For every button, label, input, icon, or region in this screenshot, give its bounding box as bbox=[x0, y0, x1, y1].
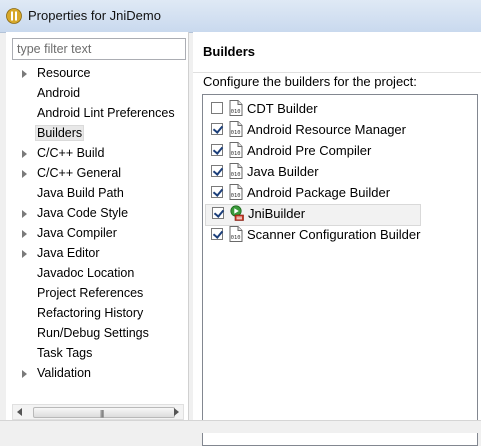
app-icon bbox=[6, 8, 22, 24]
tree-item-refactoring-history[interactable]: Refactoring History bbox=[6, 304, 188, 324]
builder-checkbox[interactable] bbox=[211, 228, 223, 240]
bottom-edge bbox=[0, 420, 481, 433]
builder-binary-icon: 010 bbox=[229, 100, 243, 116]
builder-row[interactable]: 010 Android Resource Manager bbox=[203, 120, 477, 140]
horizontal-scrollbar[interactable]: ||| bbox=[12, 404, 184, 420]
builder-checkbox[interactable] bbox=[211, 165, 223, 177]
window-title: Properties for JniDemo bbox=[28, 8, 161, 23]
builder-checkbox[interactable] bbox=[211, 144, 223, 156]
tree-item-label: Android bbox=[37, 86, 81, 100]
tree-item-label: Java Compiler bbox=[37, 226, 117, 240]
tree-item-label: Builders bbox=[35, 125, 85, 141]
builder-binary-icon: 010 bbox=[229, 142, 243, 158]
tree-item-project-references[interactable]: Project References bbox=[6, 284, 188, 304]
expand-arrow-icon[interactable] bbox=[22, 250, 27, 258]
tree-item-label: Resource bbox=[37, 66, 91, 80]
builder-checkbox[interactable] bbox=[211, 186, 223, 198]
tree-item-android[interactable]: Android bbox=[6, 84, 188, 104]
svg-text:010: 010 bbox=[231, 193, 241, 199]
tree-item-run-debug-settings[interactable]: Run/Debug Settings bbox=[6, 324, 188, 344]
page-title: Builders bbox=[203, 44, 256, 59]
tree-item-android-lint-preferences[interactable]: Android Lint Preferences bbox=[6, 104, 188, 124]
property-page-tree-panel: Resource Android Android Lint Preferences B… bbox=[6, 32, 189, 420]
filter-input[interactable] bbox=[12, 38, 186, 60]
svg-text:010: 010 bbox=[231, 235, 241, 241]
tree-item-label: Javadoc Location bbox=[37, 266, 135, 280]
expand-arrow-icon[interactable] bbox=[22, 370, 27, 378]
tree-item-label: Java Editor bbox=[37, 246, 100, 260]
tree-item-java-code-style[interactable]: Java Code Style bbox=[6, 204, 188, 224]
tree-item-c-c-general[interactable]: C/C++ General bbox=[6, 164, 188, 184]
external-tool-builder-icon bbox=[230, 205, 244, 221]
builder-name: Java Builder bbox=[247, 164, 319, 179]
scroll-right-icon[interactable] bbox=[174, 408, 179, 416]
builder-binary-icon: 010 bbox=[229, 226, 243, 242]
title-divider bbox=[193, 72, 481, 73]
tree-item-label: Task Tags bbox=[37, 346, 93, 360]
builder-row[interactable]: 010 Scanner Configuration Builder bbox=[203, 225, 477, 245]
tree-item-validation[interactable]: Validation bbox=[6, 364, 188, 384]
tree-item-label: Run/Debug Settings bbox=[37, 326, 149, 340]
tree-item-label: C/C++ Build bbox=[37, 146, 105, 160]
tree-item-java-build-path[interactable]: Java Build Path bbox=[6, 184, 188, 204]
tree-item-label: Android Lint Preferences bbox=[37, 106, 175, 120]
builder-name: Scanner Configuration Builder bbox=[247, 227, 421, 242]
tree-item-c-c-build[interactable]: C/C++ Build bbox=[6, 144, 188, 164]
builder-name: Android Pre Compiler bbox=[247, 143, 372, 158]
tree-item-label: Validation bbox=[37, 366, 91, 380]
tree-item-label: Refactoring History bbox=[37, 306, 144, 320]
builder-name: CDT Builder bbox=[247, 101, 318, 116]
builder-row[interactable]: 010 Android Package Builder bbox=[203, 183, 477, 203]
svg-text:010: 010 bbox=[231, 109, 241, 115]
tree-item-java-editor[interactable]: Java Editor bbox=[6, 244, 188, 264]
tree-item-java-compiler[interactable]: Java Compiler bbox=[6, 224, 188, 244]
builder-checkbox[interactable] bbox=[211, 102, 223, 114]
builder-name: Android Resource Manager bbox=[247, 122, 406, 137]
expand-arrow-icon[interactable] bbox=[22, 170, 27, 178]
builder-name: Android Package Builder bbox=[247, 185, 391, 200]
builder-checkbox[interactable] bbox=[212, 207, 224, 219]
grip-icon: ||| bbox=[100, 409, 104, 418]
builders-list[interactable]: 010 CDT Builder 010 Android Resource Manage… bbox=[202, 94, 478, 446]
title-bar: Properties for JniDemo bbox=[0, 0, 481, 33]
svg-text:010: 010 bbox=[231, 151, 241, 157]
tree-item-label: Project References bbox=[37, 286, 144, 300]
builder-binary-icon: 010 bbox=[229, 163, 243, 179]
expand-arrow-icon[interactable] bbox=[22, 150, 27, 158]
builder-row[interactable]: 010 Android Pre Compiler bbox=[203, 141, 477, 161]
svg-text:010: 010 bbox=[231, 130, 241, 136]
tree-item-label: C/C++ General bbox=[37, 166, 122, 180]
scroll-left-icon[interactable] bbox=[17, 408, 22, 416]
expand-arrow-icon[interactable] bbox=[22, 210, 27, 218]
builder-checkbox[interactable] bbox=[211, 123, 223, 135]
builder-row[interactable]: 010 CDT Builder bbox=[203, 99, 477, 119]
scrollbar-thumb[interactable]: ||| bbox=[33, 407, 175, 418]
page-description: Configure the builders for the project: bbox=[203, 74, 417, 89]
svg-text:010: 010 bbox=[231, 172, 241, 178]
builder-name: JniBuilder bbox=[248, 206, 306, 221]
tree-item-label: Java Code Style bbox=[37, 206, 129, 220]
builder-binary-icon: 010 bbox=[229, 121, 243, 137]
tree-item-javadoc-location[interactable]: Javadoc Location bbox=[6, 264, 188, 284]
builder-row[interactable]: JniBuilder bbox=[205, 204, 421, 226]
builders-page: Builders Configure the builders for the … bbox=[193, 32, 481, 446]
expand-arrow-icon[interactable] bbox=[22, 230, 27, 238]
tree-item-builders[interactable]: Builders bbox=[6, 124, 188, 144]
builder-binary-icon: 010 bbox=[229, 184, 243, 200]
tree-item-label: Java Build Path bbox=[37, 186, 124, 200]
tree-item-resource[interactable]: Resource bbox=[6, 64, 188, 84]
tree-item-task-tags[interactable]: Task Tags bbox=[6, 344, 188, 364]
expand-arrow-icon[interactable] bbox=[22, 70, 27, 78]
builder-row[interactable]: 010 Java Builder bbox=[203, 162, 477, 182]
